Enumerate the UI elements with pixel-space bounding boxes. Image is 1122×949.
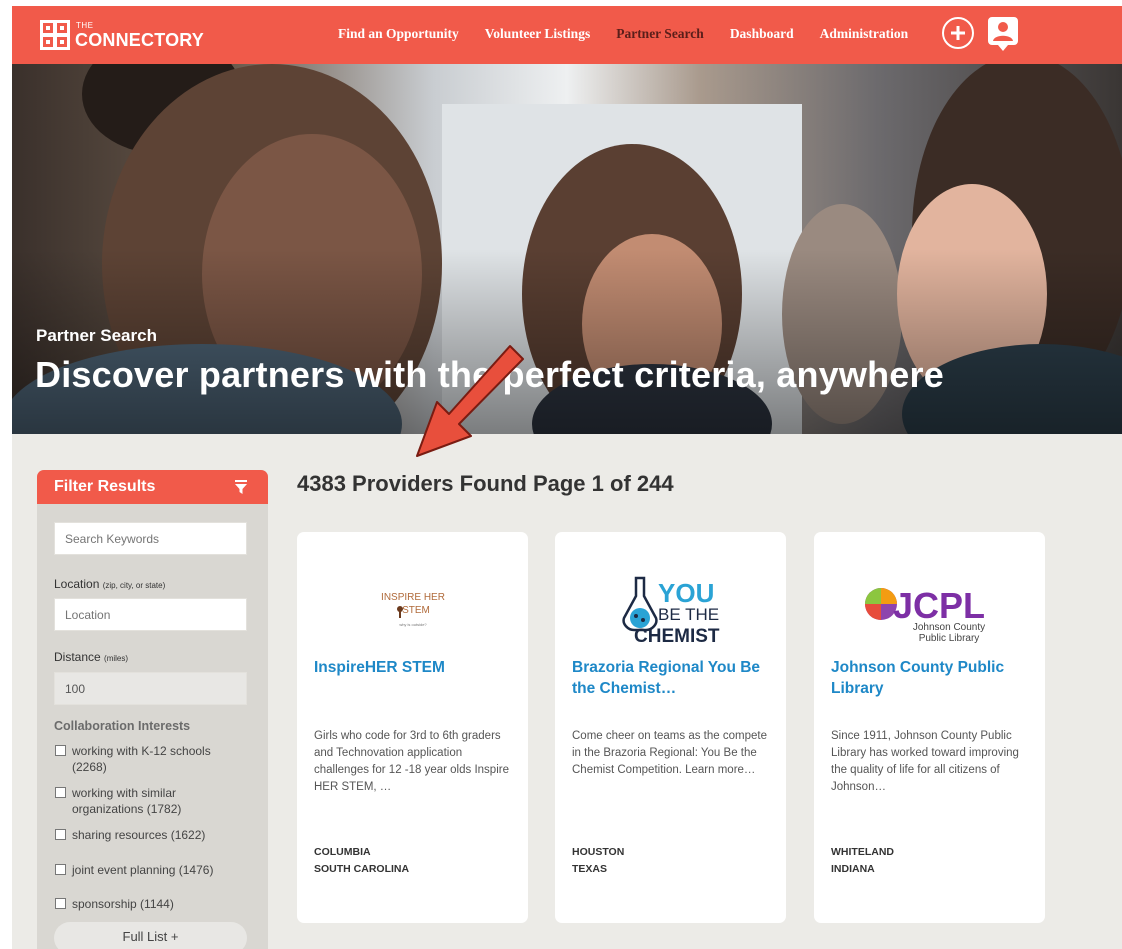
location-label-text: Location: [54, 577, 100, 591]
annotation-arrow-icon: [416, 345, 524, 457]
provider-description: Since 1911, Johnson County Public Librar…: [831, 730, 1019, 793]
svg-text:JCPL: JCPL: [893, 585, 985, 626]
svg-text:CHEMIST: CHEMIST: [634, 626, 720, 646]
provider-description: Come cheer on teams as the compete in th…: [572, 730, 767, 776]
main-nav: Find an Opportunity Volunteer Listings P…: [338, 26, 908, 46]
interest-label: sharing resources (1622): [72, 828, 206, 842]
top-navigation-bar: THE CONNECTORY Find an Opportunity Volun…: [12, 6, 1122, 64]
provider-state: INDIANA: [831, 863, 875, 875]
provider-name[interactable]: Brazoria Regional You Be the Chemist…: [572, 657, 772, 699]
provider-name[interactable]: Johnson County Public Library: [831, 657, 1031, 699]
add-button[interactable]: [942, 17, 974, 49]
interest-checkbox-sharing-resources[interactable]: sharing resources (1622): [55, 827, 205, 843]
svg-text:YOU: YOU: [658, 578, 714, 608]
full-list-button[interactable]: Full List +: [54, 922, 247, 949]
results-heading: 4383 Providers Found Page 1 of 244: [297, 471, 674, 496]
filter-header: Filter Results: [37, 470, 268, 504]
plus-icon: [951, 26, 965, 40]
location-hint: (zip, city, or state): [102, 581, 166, 590]
interest-label: working with K-12 schools: [72, 744, 211, 758]
provider-state: SOUTH CAROLINA: [314, 863, 410, 875]
you-be-the-chemist-logo: YOU BE THE CHEMIST: [621, 576, 720, 646]
location-input[interactable]: [54, 598, 247, 631]
checkbox-box[interactable]: [55, 829, 66, 840]
svg-text:why is outside?: why is outside?: [399, 622, 427, 627]
provider-description: Girls who code for 3rd to 6th graders an…: [314, 730, 509, 793]
provider-city: WHITELAND: [831, 846, 894, 858]
interest-label: sponsorship (1144): [72, 897, 174, 911]
location-label: Location (zip, city, or state): [54, 577, 165, 591]
logo-mark-icon: [40, 20, 70, 50]
checkbox-box[interactable]: [55, 898, 66, 909]
interest-label: working with similar: [72, 786, 177, 800]
nav-dashboard[interactable]: Dashboard: [730, 26, 794, 46]
provider-card[interactable]: INSPIRE HER STEM why is outside? Inspire…: [297, 532, 528, 923]
svg-text:INSPIRE HER: INSPIRE HER: [381, 592, 445, 603]
user-profile-icon[interactable]: [986, 17, 1020, 51]
search-keywords-input[interactable]: [54, 522, 247, 555]
distance-input[interactable]: [54, 672, 247, 705]
provider-card[interactable]: YOU BE THE CHEMIST Brazoria Regional You…: [555, 532, 786, 923]
logo-small-text: THE: [76, 21, 94, 30]
svg-text:Johnson County: Johnson County: [912, 622, 984, 633]
provider-city: HOUSTON: [572, 846, 625, 858]
funnel-icon[interactable]: [235, 480, 247, 494]
interest-checkbox-k12[interactable]: working with K-12 schools (2268): [55, 743, 211, 775]
interest-label-count: (2268): [72, 760, 107, 774]
distance-label: Distance (miles): [54, 650, 128, 664]
provider-logo: INSPIRE HER STEM why is outside?: [297, 570, 528, 650]
checkbox-box[interactable]: [55, 864, 66, 875]
page: THE CONNECTORY Find an Opportunity Volun…: [12, 6, 1122, 949]
nav-volunteer-listings[interactable]: Volunteer Listings: [485, 26, 590, 46]
provider-name[interactable]: InspireHER STEM: [314, 657, 514, 678]
provider-logo: YOU BE THE CHEMIST: [555, 570, 786, 650]
svg-text:BE THE: BE THE: [658, 605, 719, 624]
hero-banner: Partner Search Discover partners with th…: [12, 64, 1122, 434]
checkbox-box[interactable]: [55, 787, 66, 798]
checkbox-box[interactable]: [55, 745, 66, 756]
filter-title: Filter Results: [54, 478, 156, 495]
interest-label: joint event planning (1476): [72, 863, 214, 877]
interest-label-count: organizations (1782): [72, 802, 182, 816]
nav-administration[interactable]: Administration: [820, 26, 909, 46]
distance-hint: (miles): [104, 654, 129, 663]
provider-state: TEXAS: [572, 863, 608, 875]
inspire-her-stem-logo: INSPIRE HER STEM why is outside?: [381, 592, 445, 627]
provider-card[interactable]: JCPL Johnson County Public Library Johns…: [814, 532, 1045, 923]
filter-panel: Filter Results Location (zip, city, or s…: [37, 470, 268, 949]
jcpl-logo: JCPL Johnson County Public Library: [864, 585, 985, 644]
svg-text:Public Library: Public Library: [918, 633, 979, 644]
connectory-logo[interactable]: THE CONNECTORY: [40, 18, 230, 54]
provider-logo: JCPL Johnson County Public Library: [814, 570, 1045, 650]
provider-city: COLUMBIA: [314, 846, 371, 858]
interest-checkbox-sponsorship[interactable]: sponsorship (1144): [55, 896, 174, 912]
nav-partner-search[interactable]: Partner Search: [616, 26, 704, 46]
svg-text:STEM: STEM: [402, 605, 430, 616]
hero-subtitle: Partner Search: [36, 326, 157, 345]
nav-find-opportunity[interactable]: Find an Opportunity: [338, 26, 459, 46]
interest-checkbox-joint-event[interactable]: joint event planning (1476): [55, 862, 213, 878]
interest-checkbox-similar-orgs[interactable]: working with similar organizations (1782…: [55, 785, 181, 817]
logo-name: CONNECTORY: [75, 30, 205, 50]
distance-label-text: Distance: [54, 650, 101, 664]
collaboration-interests-heading: Collaboration Interests: [54, 719, 191, 733]
